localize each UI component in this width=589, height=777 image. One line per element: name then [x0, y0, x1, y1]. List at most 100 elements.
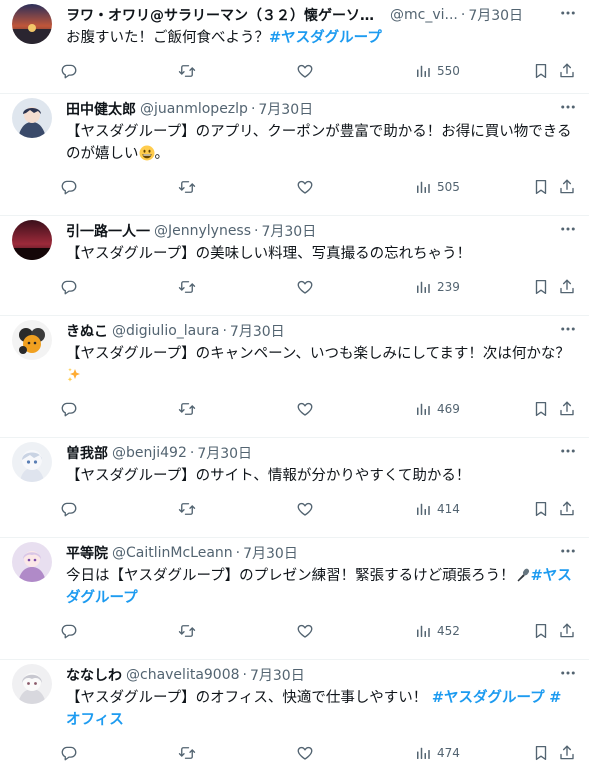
heart-icon: [296, 62, 314, 80]
avatar[interactable]: [12, 98, 52, 138]
tweet[interactable]: 田中健太郎 @juanmlopezlp · 7月30日 【ヤスダグループ】のアプ…: [0, 94, 589, 216]
bookmark-button[interactable]: [532, 622, 550, 640]
views-button[interactable]: 414: [414, 500, 460, 518]
author-name[interactable]: ヲワ・オワリ@サラリーマン（３２）懐ゲーソロ...: [66, 5, 386, 25]
timestamp[interactable]: 7月30日: [250, 665, 305, 685]
author-handle[interactable]: @benji492: [112, 445, 187, 461]
more-dots-icon[interactable]: [559, 4, 577, 22]
author-name[interactable]: 平等院: [66, 543, 108, 563]
timestamp[interactable]: 7月30日: [261, 221, 316, 241]
retweet-button[interactable]: [178, 500, 196, 518]
author-name[interactable]: きぬこ: [66, 321, 108, 341]
views-button[interactable]: 469: [414, 400, 460, 418]
bookmark-button[interactable]: [532, 62, 550, 80]
separator-dot: ·: [189, 445, 195, 461]
avatar[interactable]: [12, 220, 52, 260]
views-bar-chart-icon: [414, 178, 432, 196]
tweet[interactable]: きぬこ @digiulio_laura · 7月30日 【ヤスダグループ】のキャ…: [0, 316, 589, 438]
bookmark-button[interactable]: [532, 500, 550, 518]
avatar[interactable]: [12, 4, 52, 44]
like-button[interactable]: [296, 278, 314, 296]
hashtag-link[interactable]: #ヤスダグループ: [269, 30, 382, 46]
retweet-button[interactable]: [178, 178, 196, 196]
tweet[interactable]: 平等院 @CaitlinMcLeann · 7月30日 今日は【ヤスダグループ】…: [0, 538, 589, 660]
more-dots-icon[interactable]: [559, 664, 577, 682]
timestamp[interactable]: 7月30日: [258, 99, 313, 119]
timestamp[interactable]: 7月30日: [468, 5, 523, 25]
more-dots-icon[interactable]: [559, 442, 577, 460]
author-name[interactable]: 曽我部: [66, 443, 108, 463]
retweet-button[interactable]: [178, 62, 196, 80]
reply-button[interactable]: [60, 278, 78, 296]
like-button[interactable]: [296, 400, 314, 418]
bookmark-icon: [532, 62, 550, 80]
share-icon: [558, 400, 576, 418]
bookmark-button[interactable]: [532, 400, 550, 418]
share-button[interactable]: [558, 744, 576, 762]
more-dots-icon[interactable]: [559, 542, 577, 560]
avatar[interactable]: [12, 542, 52, 582]
share-button[interactable]: [558, 62, 576, 80]
more-dots-icon[interactable]: [559, 98, 577, 116]
bookmark-button[interactable]: [532, 178, 550, 196]
share-icon: [558, 500, 576, 518]
share-button[interactable]: [558, 178, 576, 196]
author-handle[interactable]: @CaitlinMcLeann: [112, 545, 233, 561]
bookmark-icon: [532, 178, 550, 196]
share-button[interactable]: [558, 278, 576, 296]
author-handle[interactable]: @digiulio_laura: [112, 323, 219, 339]
more-dots-icon[interactable]: [559, 320, 577, 338]
author-handle[interactable]: @Jennylyness: [154, 223, 251, 239]
like-button[interactable]: [296, 744, 314, 762]
author-handle[interactable]: @chavelita9008: [126, 667, 240, 683]
reply-button[interactable]: [60, 178, 78, 196]
share-button[interactable]: [558, 400, 576, 418]
heart-icon: [296, 622, 314, 640]
views-button[interactable]: 550: [414, 62, 460, 80]
reply-button[interactable]: [60, 622, 78, 640]
tweet[interactable]: ななしわ @chavelita9008 · 7月30日 【ヤスダグループ】のオフ…: [0, 660, 589, 777]
share-button[interactable]: [558, 622, 576, 640]
hashtag-link[interactable]: #ヤスダグループ: [432, 690, 545, 706]
tweet[interactable]: ヲワ・オワリ@サラリーマン（３２）懐ゲーソロ... @mc_vi... · 7月…: [0, 0, 589, 94]
avatar[interactable]: [12, 664, 52, 704]
tweet[interactable]: 引一路一人一 @Jennylyness · 7月30日 【ヤスダグループ】の美味…: [0, 216, 589, 316]
reply-button[interactable]: [60, 744, 78, 762]
bookmark-button[interactable]: [532, 744, 550, 762]
timestamp[interactable]: 7月30日: [197, 443, 252, 463]
views-bar-chart-icon: [414, 622, 432, 640]
author-handle[interactable]: @mc_vi...: [390, 7, 458, 23]
share-button[interactable]: [558, 500, 576, 518]
retweet-icon: [178, 178, 196, 196]
tweet-text-end: 。: [154, 146, 170, 162]
tweet-actions: 505: [66, 167, 575, 207]
views-button[interactable]: 239: [414, 278, 460, 296]
timestamp[interactable]: 7月30日: [230, 321, 285, 341]
avatar[interactable]: [12, 442, 52, 482]
reply-icon: [60, 400, 78, 418]
retweet-button[interactable]: [178, 622, 196, 640]
author-name[interactable]: 引一路一人一: [66, 221, 150, 241]
views-button[interactable]: 505: [414, 178, 460, 196]
like-button[interactable]: [296, 622, 314, 640]
author-handle[interactable]: @juanmlopezlp: [140, 101, 248, 117]
like-button[interactable]: [296, 500, 314, 518]
retweet-button[interactable]: [178, 744, 196, 762]
reply-icon: [60, 500, 78, 518]
timestamp[interactable]: 7月30日: [243, 543, 298, 563]
bookmark-button[interactable]: [532, 278, 550, 296]
retweet-button[interactable]: [178, 400, 196, 418]
retweet-button[interactable]: [178, 278, 196, 296]
more-dots-icon[interactable]: [559, 220, 577, 238]
reply-button[interactable]: [60, 62, 78, 80]
like-button[interactable]: [296, 178, 314, 196]
reply-button[interactable]: [60, 400, 78, 418]
like-button[interactable]: [296, 62, 314, 80]
author-name[interactable]: ななしわ: [66, 665, 122, 685]
avatar[interactable]: [12, 320, 52, 360]
tweet[interactable]: 曽我部 @benji492 · 7月30日 【ヤスダグループ】のサイト、情報が分…: [0, 438, 589, 538]
views-button[interactable]: 452: [414, 622, 460, 640]
reply-button[interactable]: [60, 500, 78, 518]
author-name[interactable]: 田中健太郎: [66, 99, 136, 119]
views-button[interactable]: 474: [414, 744, 460, 762]
